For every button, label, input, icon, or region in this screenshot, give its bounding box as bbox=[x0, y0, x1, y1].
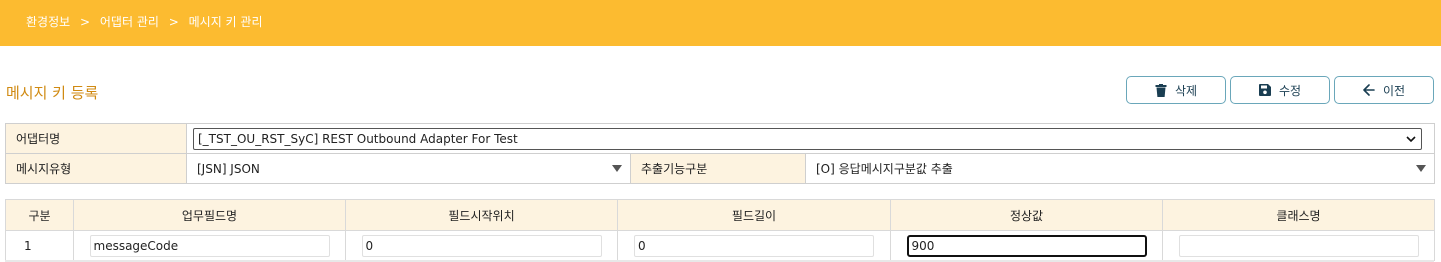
breadcrumb-item-env[interactable]: 환경정보 bbox=[26, 13, 70, 30]
breadcrumb-item-message-key[interactable]: 메시지 키 관리 bbox=[189, 13, 263, 30]
grid-header-row: 구분 업무필드명 필드시작위치 필드길이 정상값 클래스명 bbox=[5, 199, 1435, 231]
column-header-class-name: 클래스명 bbox=[1162, 199, 1435, 231]
table-row: 1 bbox=[5, 230, 1435, 261]
adapter-value-cell: [_TST_OU_RST_SyC] REST Outbound Adapter … bbox=[185, 123, 1436, 154]
message-type-select-value: [JSN] JSON bbox=[197, 161, 260, 176]
delete-button-label: 삭제 bbox=[1174, 83, 1198, 98]
column-header-field-name: 업무필드명 bbox=[73, 199, 346, 231]
caret-down-icon bbox=[1416, 164, 1427, 172]
message-type-select[interactable]: [JSN] JSON bbox=[193, 158, 628, 180]
adapter-label: 어댑터명 bbox=[5, 123, 187, 154]
back-button[interactable]: 이전 bbox=[1334, 76, 1434, 104]
field-name-cell bbox=[73, 230, 346, 261]
back-button-label: 이전 bbox=[1382, 83, 1406, 98]
column-header-field-length: 필드길이 bbox=[617, 199, 891, 231]
class-name-cell bbox=[1162, 230, 1435, 261]
row-number: 1 bbox=[5, 230, 74, 261]
message-key-grid: 구분 업무필드명 필드시작위치 필드길이 정상값 클래스명 1 bbox=[5, 199, 1435, 261]
save-icon bbox=[1258, 84, 1271, 96]
column-header-normal-value: 정상값 bbox=[890, 199, 1163, 231]
column-header-division: 구분 bbox=[5, 199, 74, 231]
edit-button-label: 수정 bbox=[1278, 83, 1302, 98]
message-type-label: 메시지유형 bbox=[5, 153, 187, 184]
class-name-input[interactable] bbox=[1178, 234, 1419, 257]
breadcrumb-separator: > bbox=[168, 15, 179, 29]
column-header-start-position: 필드시작위치 bbox=[345, 199, 618, 231]
caret-down-icon bbox=[612, 164, 622, 172]
breadcrumb: 환경정보 > 어댑터 관리 > 메시지 키 관리 bbox=[26, 13, 263, 30]
normal-value-input[interactable] bbox=[906, 234, 1147, 257]
page-title: 메시지 키 등록 bbox=[6, 84, 99, 102]
extract-cell: [O] 응답메시지구분값 추출 bbox=[804, 153, 1436, 184]
field-length-cell bbox=[617, 230, 891, 261]
extract-label: 추출기능구분 bbox=[630, 153, 806, 184]
field-length-input[interactable] bbox=[634, 234, 874, 257]
field-name-input[interactable] bbox=[89, 234, 330, 257]
delete-button[interactable]: 삭제 bbox=[1126, 76, 1226, 104]
adapter-form: 어댑터명 [_TST_OU_RST_SyC] REST Outbound Ada… bbox=[5, 123, 1436, 184]
start-position-cell bbox=[345, 230, 618, 261]
adapter-select-value: [_TST_OU_RST_SyC] REST Outbound Adapter … bbox=[198, 131, 518, 146]
extract-select-value: [O] 응답메시지구분값 추출 bbox=[816, 162, 953, 176]
edit-button[interactable]: 수정 bbox=[1230, 76, 1330, 104]
message-type-cell: [JSN] JSON bbox=[186, 153, 631, 184]
top-header-bar: 환경정보 > 어댑터 관리 > 메시지 키 관리 bbox=[0, 0, 1441, 46]
normal-value-cell bbox=[890, 230, 1163, 261]
extract-select[interactable]: [O] 응답메시지구분값 추출 bbox=[812, 158, 1432, 180]
arrow-left-icon bbox=[1363, 84, 1375, 96]
breadcrumb-separator: > bbox=[80, 15, 91, 29]
adapter-select[interactable]: [_TST_OU_RST_SyC] REST Outbound Adapter … bbox=[193, 127, 1422, 150]
chevron-down-icon bbox=[1406, 135, 1416, 142]
trash-icon bbox=[1155, 83, 1167, 97]
breadcrumb-item-adapter[interactable]: 어댑터 관리 bbox=[100, 13, 159, 30]
start-position-input[interactable] bbox=[361, 234, 602, 257]
